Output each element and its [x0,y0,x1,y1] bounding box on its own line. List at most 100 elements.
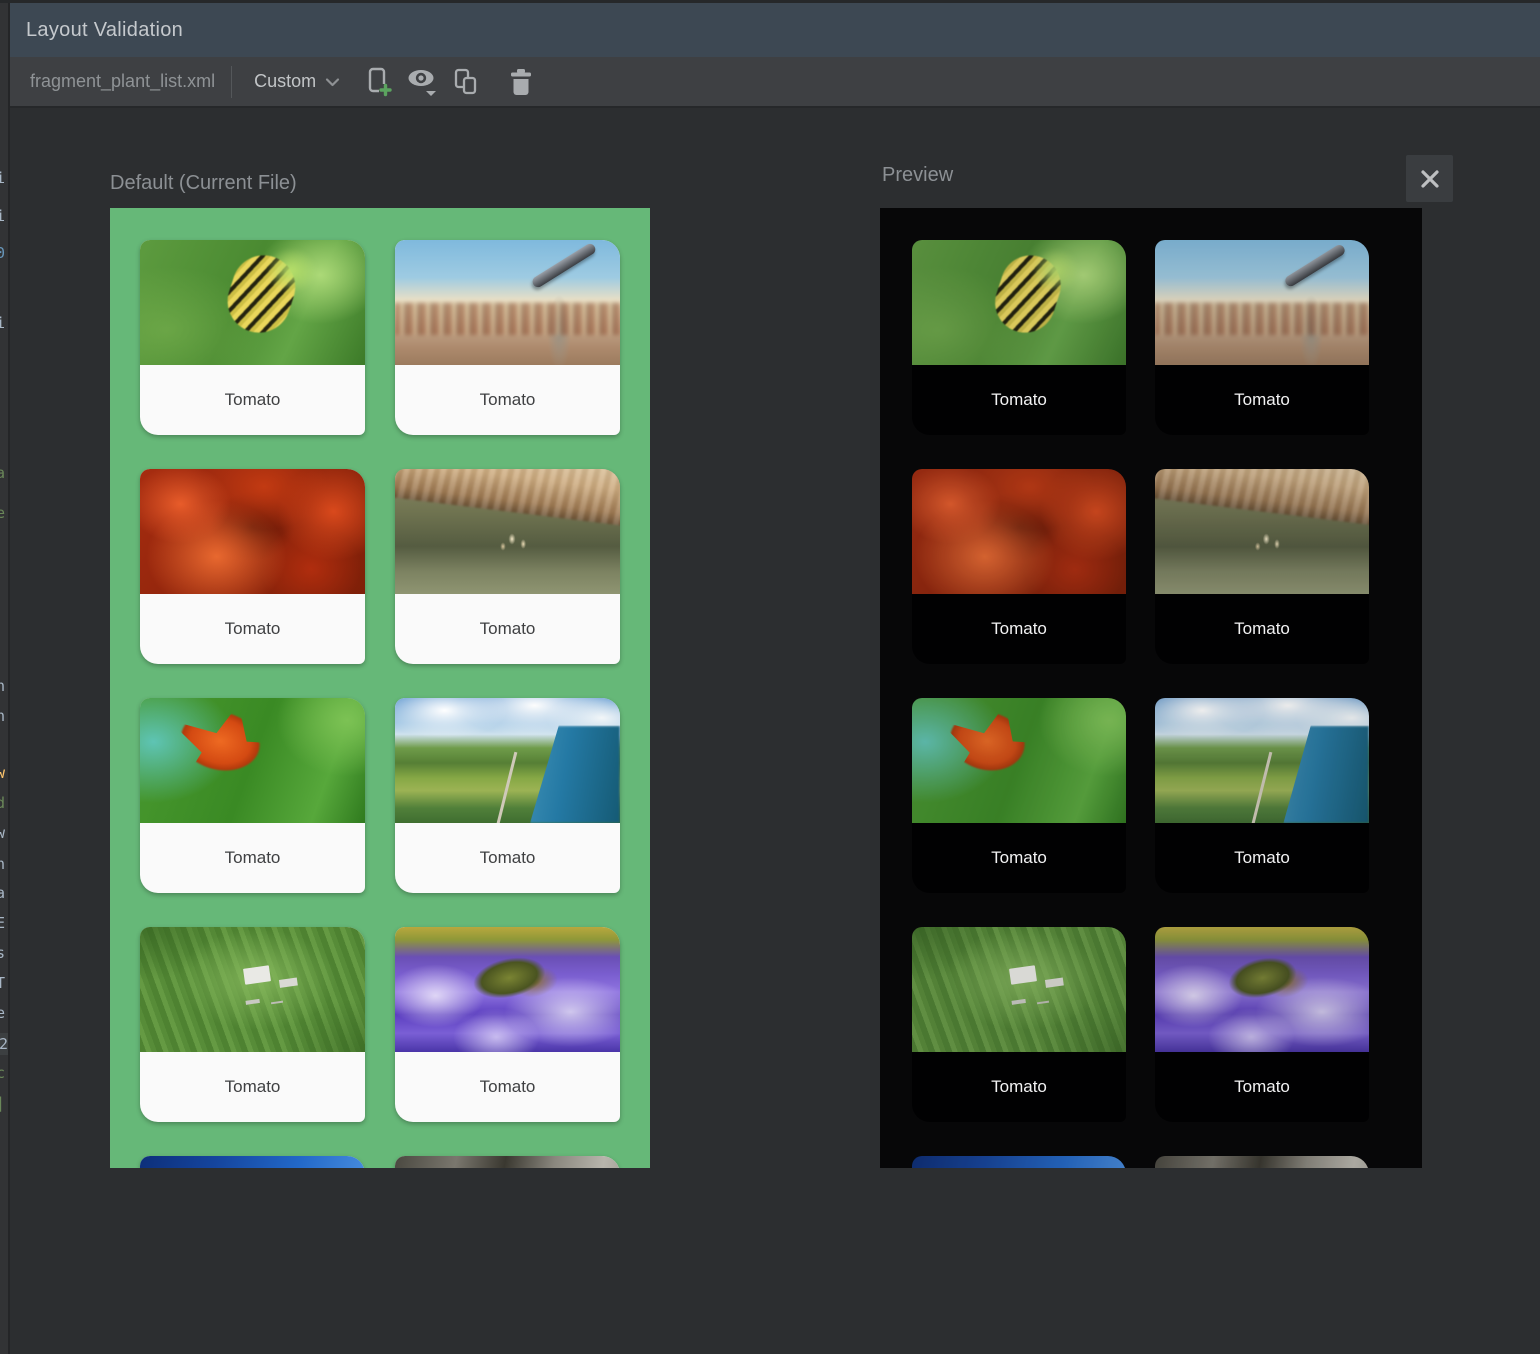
phone-plus-icon [365,67,393,97]
default-layout-preview-surface[interactable]: Tomato Tomato Tomato Tomato Tomato Tomato Toma… [110,208,650,1168]
eye-icon [406,67,440,97]
grayscale-clouds-image [395,1156,620,1168]
plant-card: Tomato [140,469,365,664]
editor-glyph-fragment: a [0,463,5,483]
plant-card: Tomato [395,240,620,435]
plant-card-label: Tomato [1155,365,1369,435]
editor-glyph-fragment: c [0,1063,5,1083]
tool-window-title: Layout Validation [26,19,183,42]
farm-aerial-image [912,927,1126,1052]
plant-card: Tomato [140,1156,365,1168]
layout-validation-tool-window: ii0iaennwdwnaEsTe2c| Layout Validation f… [0,0,1540,1354]
add-device-button[interactable] [360,64,398,100]
editor-glyph-fragment: n [0,854,5,874]
grayscale-clouds-image [1155,1156,1369,1168]
purple-river-image [1155,927,1369,1052]
wet-wood-beam-image [1155,469,1369,594]
default-panel-title: Default (Current File) [110,172,297,195]
editor-glyph-fragment: 0 [0,243,5,263]
editor-glyph-fragment: T [0,973,5,993]
editor-glyph-fragment: a [0,883,5,903]
close-icon [1419,168,1441,190]
telescope-cityscape-image [395,240,620,365]
plant-card-label: Tomato [140,1052,365,1122]
copy-icon [452,67,482,97]
plant-card-label: Tomato [395,823,620,893]
coastal-aerial-image [395,698,620,823]
plant-card-label: Tomato [912,365,1126,435]
preview-layout-preview-surface[interactable]: Tomato Tomato Tomato Tomato Tomato Tomato Toma… [880,208,1422,1168]
red-maple-leaves-image [912,469,1126,594]
tool-window-titlebar: Layout Validation [10,3,1540,57]
plant-card: Tomato [912,927,1126,1122]
window-top-border [0,0,1540,3]
plant-card: Tomato [395,698,620,893]
orange-maple-leaf-image [912,698,1126,823]
blue-sky-image [912,1156,1126,1168]
editor-glyph-fragment: i [0,206,5,226]
telescope-cityscape-image [1155,240,1369,365]
plant-card: Tomato [912,469,1126,664]
editor-glyph-fragment: | [0,1093,5,1113]
plant-card: Tomato [912,698,1126,893]
clipped-editor-strip: ii0iaennwdwnaEsTe2c| [0,0,10,1354]
editor-glyph-fragment: i [0,168,5,188]
delete-button[interactable] [502,64,540,100]
plant-card: Tomato [1155,240,1369,435]
plant-card-label: Tomato [395,1052,620,1122]
plant-card-label: Tomato [140,594,365,664]
farm-aerial-image [140,927,365,1052]
plant-card: Tomato [395,927,620,1122]
caterpillar-macro-image [912,240,1126,365]
plant-card-label: Tomato [395,594,620,664]
duplicate-layout-button[interactable] [448,64,486,100]
plant-card: Tomato [912,1156,1126,1168]
plant-card: Tomato [912,240,1126,435]
plant-card-label: Tomato [1155,1052,1369,1122]
visibility-options-button[interactable] [404,64,442,100]
preview-panel-title: Preview [882,164,953,187]
plant-card-label: Tomato [912,823,1126,893]
plant-card-label: Tomato [395,365,620,435]
close-preview-button[interactable] [1406,155,1453,202]
plant-card: Tomato [140,240,365,435]
editor-glyph-fragment: e [0,1003,5,1023]
plant-card-label: Tomato [912,1052,1126,1122]
plant-card: Tomato [1155,698,1369,893]
chevron-down-icon [325,77,340,87]
wet-wood-beam-image [395,469,620,594]
trash-icon [508,68,534,96]
coastal-aerial-image [1155,698,1369,823]
plant-card: Tomato [1155,927,1369,1122]
editor-glyph-fragment: n [0,676,5,696]
editor-glyph-fragment: d [0,793,5,813]
editor-glyph-fragment: w [0,763,5,783]
plant-card: Tomato [140,927,365,1122]
editor-glyph-fragment: E [0,913,5,933]
editor-glyph-fragment: e [0,503,5,523]
plant-card: Tomato [1155,469,1369,664]
editor-glyph-fragment: 2 [0,1033,10,1055]
plant-card: Tomato [395,469,620,664]
plant-card: Tomato [140,698,365,893]
editor-glyph-fragment: n [0,706,5,726]
current-file-label: fragment_plant_list.xml [30,71,215,92]
configuration-set-dropdown[interactable]: Custom [248,67,346,96]
layout-validation-toolbar: fragment_plant_list.xml Custom [10,57,1540,108]
plant-card-label: Tomato [1155,594,1369,664]
plant-card-label: Tomato [140,365,365,435]
editor-glyph-fragment: s [0,943,5,963]
blue-sky-image [140,1156,365,1168]
plant-card: Tomato [1155,1156,1369,1168]
orange-maple-leaf-image [140,698,365,823]
plant-card-label: Tomato [1155,823,1369,893]
plant-card-label: Tomato [912,594,1126,664]
purple-river-image [395,927,620,1052]
plant-card-label: Tomato [140,823,365,893]
configuration-set-label: Custom [254,71,316,92]
editor-glyph-fragment: i [0,313,5,333]
toolbar-divider [231,66,232,98]
editor-glyph-fragment: w [0,823,5,843]
plant-card: Tomato [395,1156,620,1168]
caterpillar-macro-image [140,240,365,365]
